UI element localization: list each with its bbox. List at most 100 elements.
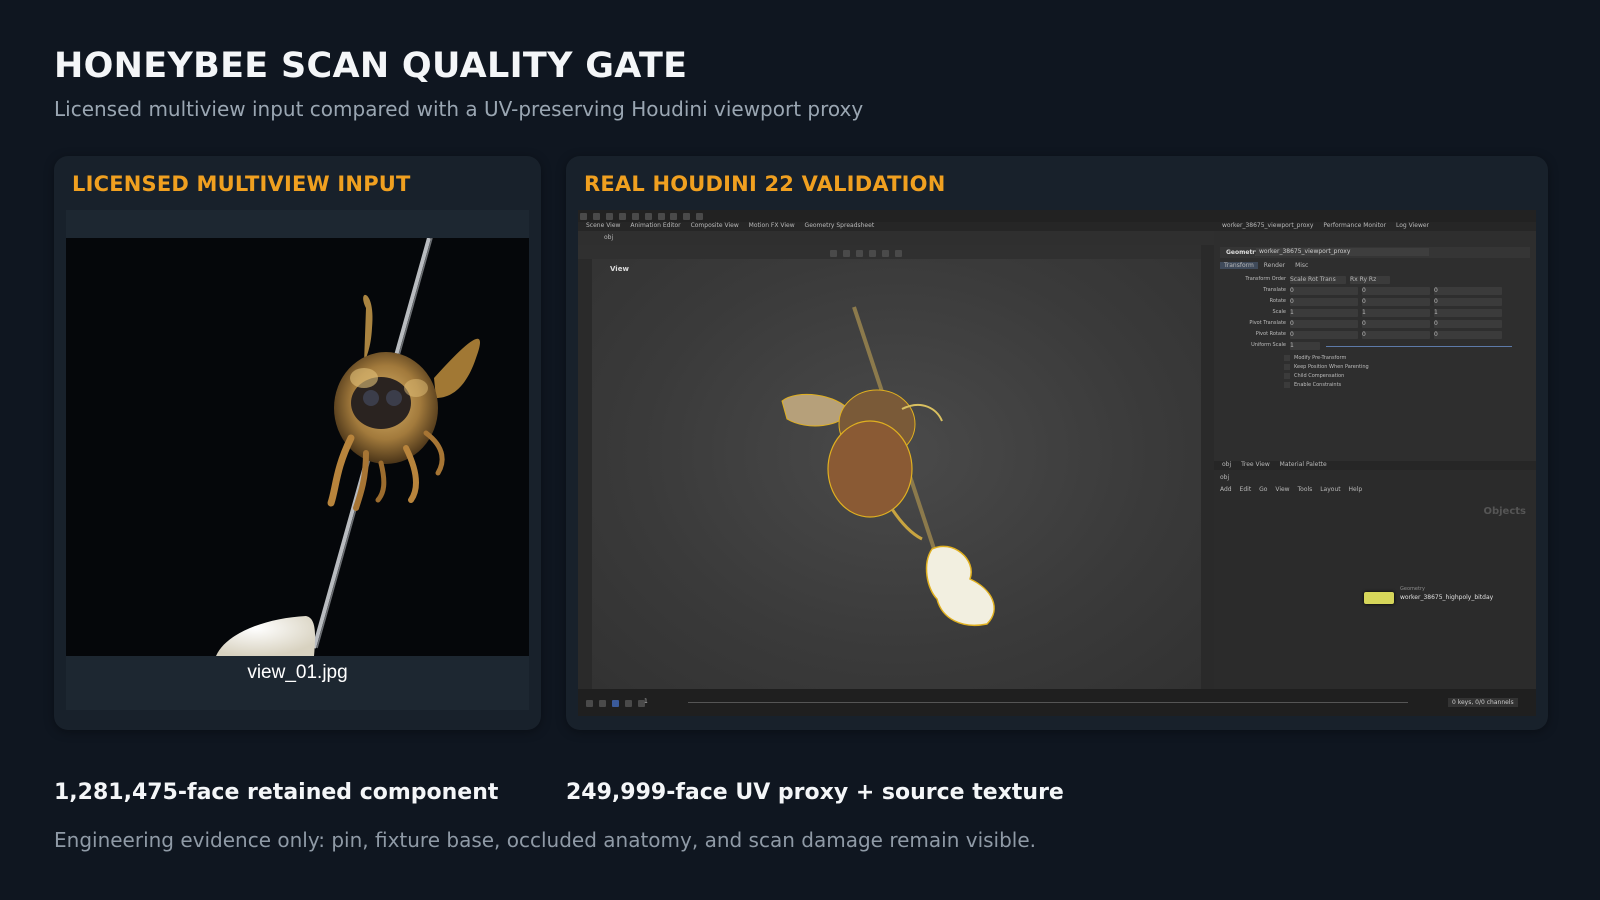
checkbox[interactable]	[1284, 355, 1290, 361]
tab-obj[interactable]: obj	[1222, 461, 1231, 468]
menu-layout[interactable]: Layout	[1320, 486, 1340, 493]
shelf-tool-icon[interactable]	[644, 213, 652, 220]
param-field[interactable]: 0	[1434, 320, 1502, 328]
handle-tool-icon[interactable]	[830, 250, 837, 257]
tab-motion-fx-view[interactable]: Motion FX View	[749, 222, 795, 229]
viewport-right-toolbar[interactable]	[1201, 245, 1214, 689]
network-menu: Add Edit Go View Tools Layout Help	[1220, 486, 1362, 493]
network-pane-tabs: obj Tree View Material Palette	[1214, 461, 1536, 470]
display-icon[interactable]	[894, 250, 902, 257]
shelf-tool-icon[interactable]	[696, 213, 704, 220]
network-path[interactable]: obj	[1220, 474, 1229, 481]
timeline-slider[interactable]	[688, 702, 1408, 703]
viewport-left-toolbar[interactable]	[578, 259, 592, 689]
houdini-viewport[interactable]: View	[592, 259, 1201, 689]
param-field[interactable]: 1	[1290, 309, 1358, 317]
param-label: Scale	[1272, 309, 1286, 315]
tab-transform[interactable]: Transform	[1220, 262, 1258, 269]
viewport-label: View	[610, 265, 629, 273]
param-field[interactable]: 0	[1362, 287, 1430, 295]
shelf-tool-icon[interactable]	[631, 213, 639, 220]
scale-tool-icon[interactable]	[868, 250, 876, 257]
param-label: Translate	[1263, 287, 1286, 293]
param-field[interactable]: 0	[1290, 298, 1358, 306]
viewport-toolbar	[578, 245, 1214, 259]
snap-icon[interactable]	[881, 250, 889, 257]
param-field[interactable]: 1	[1362, 309, 1430, 317]
parameter-pane-tabs: worker_38675_viewport_proxy Performance …	[1214, 222, 1536, 231]
menu-tools[interactable]: Tools	[1298, 486, 1313, 493]
stop-icon[interactable]	[611, 700, 619, 707]
retained-component-stat: 1,281,475-face retained component	[54, 780, 499, 805]
parameter-editor: Geometry worker_38675_viewport_proxy Tra…	[1214, 231, 1536, 461]
shelf-tool-icon[interactable]	[670, 213, 678, 220]
shelf-tool-icon[interactable]	[683, 213, 691, 220]
node-type-label: Geometry	[1400, 586, 1425, 592]
shelf-tool-icon[interactable]	[592, 213, 600, 220]
param-field[interactable]: 0	[1290, 320, 1358, 328]
param-field[interactable]: Rx Ry Rz	[1350, 276, 1390, 284]
param-field[interactable]: 0	[1290, 287, 1358, 295]
param-scale: Scale 1 1 1	[1218, 309, 1532, 318]
checkbox[interactable]	[1284, 382, 1290, 388]
tab-node-params[interactable]: worker_38675_viewport_proxy	[1222, 222, 1313, 229]
shelf-tool-icon[interactable]	[580, 213, 587, 220]
tab-geometry-spreadsheet[interactable]: Geometry Spreadsheet	[805, 222, 875, 229]
param-field[interactable]: 0	[1434, 298, 1502, 306]
param-field[interactable]: 0	[1434, 331, 1502, 339]
uniform-scale-slider[interactable]	[1326, 346, 1512, 347]
photo-frame: view_01.jpg	[66, 210, 529, 710]
param-label: Rotate	[1269, 298, 1286, 304]
tab-performance-monitor[interactable]: Performance Monitor	[1323, 222, 1386, 229]
checkbox[interactable]	[1284, 373, 1290, 379]
step-back-icon[interactable]	[598, 700, 606, 707]
menu-add[interactable]: Add	[1220, 486, 1232, 493]
param-field[interactable]: 0	[1362, 320, 1430, 328]
path-field[interactable]: obj	[604, 234, 613, 241]
param-field[interactable]: 0	[1362, 331, 1430, 339]
param-pivot-translate: Pivot Translate 0 0 0	[1218, 320, 1532, 329]
play-icon[interactable]	[624, 700, 632, 707]
param-label: Pivot Rotate	[1255, 331, 1286, 337]
page-subtitle: Licensed multiview input compared with a…	[54, 97, 864, 121]
shelf-tool-icon[interactable]	[618, 213, 626, 220]
frame-field[interactable]: 1	[644, 698, 648, 705]
menu-go[interactable]: Go	[1259, 486, 1267, 493]
param-field[interactable]: 0	[1290, 331, 1358, 339]
houdini-validation-heading: REAL HOUDINI 22 VALIDATION	[584, 172, 946, 196]
param-field[interactable]: 1	[1434, 309, 1502, 317]
node-name-field[interactable]: worker_38675_viewport_proxy	[1256, 248, 1429, 256]
multiview-input-heading: LICENSED MULTIVIEW INPUT	[72, 172, 411, 196]
menu-view[interactable]: View	[1275, 486, 1289, 493]
param-field[interactable]: 0	[1434, 287, 1502, 295]
network-context-label: Objects	[1483, 506, 1526, 517]
network-editor[interactable]: obj Add Edit Go View Tools Layout Help O…	[1214, 470, 1536, 689]
rotate-tool-icon[interactable]	[855, 250, 863, 257]
param-label: Uniform Scale	[1251, 342, 1286, 348]
viewport-path-bar: obj	[578, 231, 1214, 245]
checkbox-label: Keep Position When Parenting	[1294, 364, 1369, 370]
shelf-tool-icon[interactable]	[657, 213, 665, 220]
tab-render[interactable]: Render	[1260, 262, 1289, 269]
menu-edit[interactable]: Edit	[1240, 486, 1252, 493]
checkbox[interactable]	[1284, 364, 1290, 370]
geometry-node[interactable]	[1364, 592, 1394, 604]
houdini-shelf[interactable]	[578, 210, 1536, 222]
tab-misc[interactable]: Misc	[1291, 262, 1312, 269]
jump-start-icon[interactable]	[586, 700, 593, 707]
param-field[interactable]: 0	[1362, 298, 1430, 306]
tab-material-palette[interactable]: Material Palette	[1280, 461, 1327, 468]
param-field[interactable]: Scale Rot Trans	[1290, 276, 1346, 284]
menu-help[interactable]: Help	[1349, 486, 1363, 493]
move-tool-icon[interactable]	[842, 250, 850, 257]
tab-animation-editor[interactable]: Animation Editor	[630, 222, 680, 229]
tab-scene-view[interactable]: Scene View	[586, 222, 620, 229]
tab-tree-view[interactable]: Tree View	[1241, 461, 1270, 468]
tab-log-viewer[interactable]: Log Viewer	[1396, 222, 1429, 229]
param-transform-order: Transform Order Scale Rot Trans Rx Ry Rz	[1218, 276, 1532, 285]
tab-composite-view[interactable]: Composite View	[691, 222, 739, 229]
param-field[interactable]: 1	[1290, 342, 1320, 350]
node-name-label: worker_38675_highpoly_bitday	[1400, 594, 1494, 601]
shelf-tool-icon[interactable]	[605, 213, 613, 220]
param-tabs: Transform Render Misc	[1220, 262, 1312, 270]
